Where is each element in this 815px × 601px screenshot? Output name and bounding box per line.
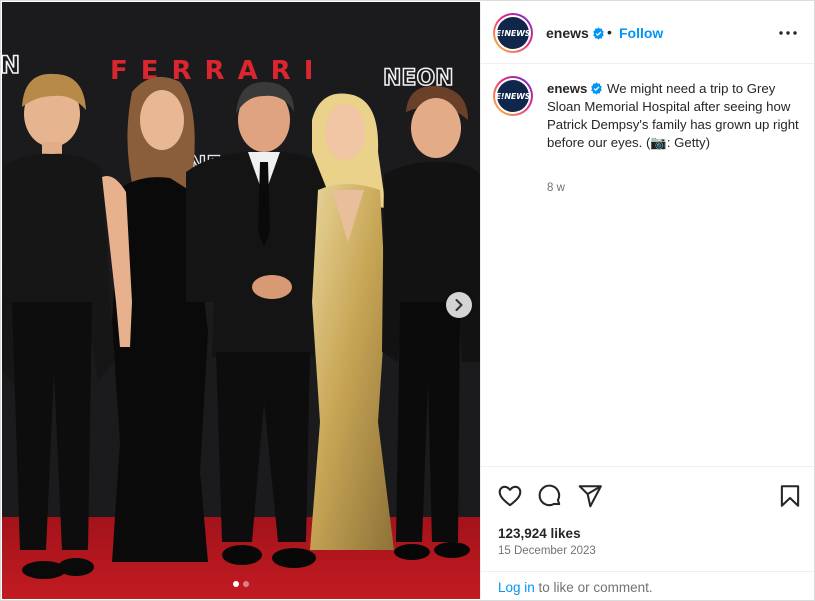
caption-section: E!NEWS enews We might need a trip to Gre… xyxy=(481,64,814,464)
follow-button[interactable]: Follow xyxy=(619,25,663,41)
red-carpet-photo: FERRARI N NEON NEON xyxy=(2,2,480,599)
carousel-dot-active xyxy=(233,581,239,587)
verified-badge-icon xyxy=(591,82,603,95)
caption-text-block: enews We might need a trip to Grey Sloan… xyxy=(547,80,802,152)
verified-badge-icon xyxy=(593,27,604,40)
backdrop-word-ferrari: FERRARI xyxy=(110,56,326,86)
login-prompt: Log in to like or comment. xyxy=(481,571,814,599)
login-prompt-text: Log in to like or comment. xyxy=(498,580,653,595)
carousel-indicator xyxy=(2,581,480,587)
login-link[interactable]: Log in xyxy=(498,580,535,595)
comment-icon[interactable] xyxy=(537,483,563,509)
share-icon[interactable] xyxy=(577,483,603,509)
post-header: E!NEWS enews • Follow xyxy=(481,2,814,64)
login-prompt-rest: to like or comment. xyxy=(534,580,653,595)
post-photo[interactable]: FERRARI N NEON NEON xyxy=(2,2,480,599)
save-icon[interactable] xyxy=(777,483,803,509)
post-side-panel: E!NEWS enews • Follow E!NEWS enews We mi… xyxy=(480,2,814,599)
backdrop-word-neon-left: N xyxy=(2,51,20,79)
caption-author-avatar[interactable]: E!NEWS xyxy=(493,76,533,116)
header-separator: • xyxy=(607,24,612,40)
caption-avatar-logo-text: E!NEWS xyxy=(495,91,531,101)
more-options-button[interactable] xyxy=(777,24,799,42)
likes-count[interactable]: 123,924 likes xyxy=(498,526,581,541)
action-bar: 123,924 likes 15 December 2023 Log in to… xyxy=(481,466,814,598)
author-username[interactable]: enews xyxy=(546,25,589,41)
author-avatar[interactable]: E!NEWS xyxy=(493,13,533,53)
chevron-right-icon xyxy=(455,299,463,311)
avatar-logo-text: E!NEWS xyxy=(495,28,531,38)
caption-timestamp[interactable]: 8 w xyxy=(547,182,565,194)
more-horizontal-icon xyxy=(779,31,797,35)
carousel-dot xyxy=(243,581,249,587)
next-photo-button[interactable] xyxy=(446,292,472,318)
caption-username[interactable]: enews xyxy=(547,81,587,96)
heart-icon[interactable] xyxy=(497,483,523,509)
post-date[interactable]: 15 December 2023 xyxy=(498,545,596,557)
author-username-row[interactable]: enews xyxy=(546,25,605,41)
